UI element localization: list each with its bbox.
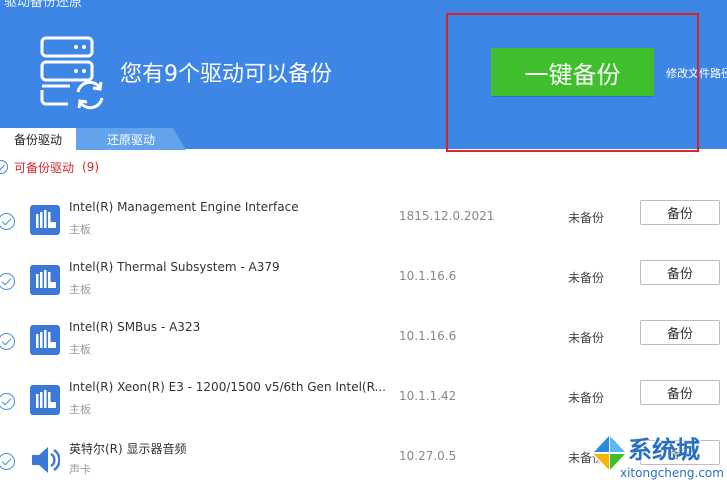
driver-status: 未备份 (568, 331, 605, 345)
driver-name: 英特尔(R) 显示器音频 (69, 442, 187, 456)
row-backup-button[interactable]: 备份 (640, 380, 720, 405)
driver-row: Intel(R) Thermal Subsystem - A379 主板 10.… (0, 259, 727, 319)
driver-status: 未备份 (568, 391, 605, 405)
driver-version: 10.1.1.42 (399, 389, 457, 403)
driver-version: 10.1.16.6 (399, 269, 457, 283)
driver-category: 主板 (69, 223, 91, 236)
tab-restore-drivers[interactable]: 还原驱动 (76, 128, 186, 150)
site-watermark: 系统城 xitongcheng.com (584, 426, 727, 484)
driver-backup-window: 驱动备份还原 您有9个驱动可以备份 一键备份 修改文件路径 备份驱动 还原驱动 … (0, 0, 727, 484)
server-refresh-icon (40, 36, 104, 110)
driver-status: 未备份 (568, 271, 605, 285)
driver-version: 10.1.16.6 (399, 329, 457, 343)
row-check-icon[interactable] (0, 453, 15, 470)
group-check-icon[interactable] (0, 160, 8, 174)
driver-category: 主板 (69, 403, 91, 416)
chip-icon (30, 205, 60, 235)
driver-category: 主板 (69, 343, 91, 356)
driver-category: 声卡 (69, 463, 91, 476)
watermark-brand: 系统城 (628, 436, 700, 464)
annotation-highlight-box (446, 13, 699, 152)
row-check-icon[interactable] (0, 393, 15, 410)
driver-row: Intel(R) SMBus - A323 主板 10.1.16.6 未备份 备… (0, 319, 727, 379)
group-label: 可备份驱动 (14, 160, 75, 175)
chip-icon (30, 265, 60, 295)
row-check-icon[interactable] (0, 333, 15, 350)
row-backup-button[interactable]: 备份 (640, 200, 720, 225)
row-check-icon[interactable] (0, 273, 15, 290)
driver-status: 未备份 (568, 211, 605, 225)
row-backup-button[interactable]: 备份 (640, 320, 720, 345)
group-header[interactable]: 可备份驱动 (9) (0, 158, 99, 176)
tab-backup-drivers[interactable]: 备份驱动 (0, 128, 76, 150)
group-count: (9) (82, 160, 100, 174)
row-check-icon[interactable] (0, 213, 15, 230)
backup-count-message: 您有9个驱动可以备份 (120, 62, 332, 87)
driver-version: 1815.12.0.2021 (399, 209, 495, 223)
driver-row: Intel(R) Management Engine Interface 主板 … (0, 199, 727, 259)
row-backup-button[interactable]: 备份 (640, 260, 720, 285)
driver-category: 主板 (69, 283, 91, 296)
chip-icon (30, 325, 60, 355)
window-title: 驱动备份还原 (4, 0, 83, 10)
driver-name: Intel(R) SMBus - A323 (69, 320, 201, 334)
speaker-icon (32, 447, 60, 473)
watermark-url: xitongcheng.com (620, 466, 724, 480)
driver-name: Intel(R) Xeon(R) E3 - 1200/1500 v5/6th G… (69, 380, 386, 394)
driver-name: Intel(R) Thermal Subsystem - A379 (69, 260, 280, 274)
driver-name: Intel(R) Management Engine Interface (69, 200, 299, 214)
driver-version: 10.27.0.5 (399, 449, 457, 463)
chip-icon (30, 385, 60, 415)
